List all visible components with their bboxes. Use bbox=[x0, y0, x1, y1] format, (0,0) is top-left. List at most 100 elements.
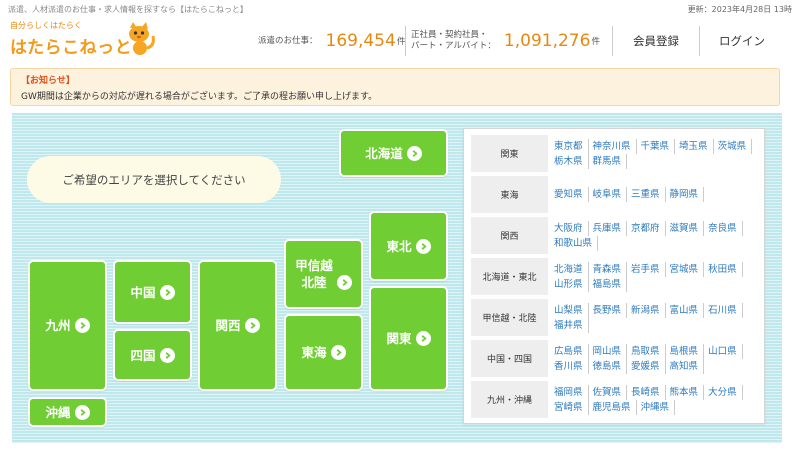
prefecture-link[interactable]: 福岡県 bbox=[554, 384, 589, 400]
prefecture-link[interactable]: 愛媛県 bbox=[631, 358, 666, 374]
region-koshinetsu-hokuriku-button[interactable]: 甲信越 北陸 bbox=[284, 239, 363, 309]
chevron-right-icon bbox=[415, 238, 431, 254]
prefecture-link[interactable]: 大分県 bbox=[708, 384, 743, 400]
site-tagline: 派遣、人材派遣のお仕事・求人情報を探すなら【はたらこねっと】 bbox=[8, 5, 248, 14]
region-label: 九州 bbox=[45, 318, 71, 333]
prefecture-link[interactable]: 三重県 bbox=[631, 187, 666, 202]
prefecture-link[interactable]: 富山県 bbox=[670, 302, 705, 318]
prefecture-link[interactable]: 宮崎県 bbox=[554, 399, 589, 415]
prefecture-link[interactable]: 愛知県 bbox=[554, 187, 589, 202]
prefecture-link[interactable]: 栃木県 bbox=[554, 153, 589, 169]
prefecture-row-tokai: 東海 愛知県 岐阜県 三重県 静岡県 bbox=[471, 176, 757, 213]
prefecture-link[interactable]: 静岡県 bbox=[670, 187, 705, 202]
prefecture-link[interactable]: 新潟県 bbox=[631, 302, 666, 318]
chevron-right-icon bbox=[74, 404, 90, 420]
prefecture-link[interactable]: 岩手県 bbox=[631, 261, 666, 277]
prefecture-link[interactable]: 千葉県 bbox=[641, 138, 676, 154]
prefecture-link[interactable]: 奈良県 bbox=[708, 220, 743, 236]
prefecture-row-kansai: 関西 大阪府 兵庫県 京都府 滋賀県 奈良県 和歌山県 bbox=[471, 217, 757, 254]
prefecture-link[interactable]: 青森県 bbox=[593, 261, 628, 277]
site-logo[interactable]: 自分らしくはたらく はたらこねっと bbox=[10, 20, 160, 60]
region-kansai-button[interactable]: 関西 bbox=[198, 260, 277, 391]
prefecture-link[interactable]: 沖縄県 bbox=[641, 399, 676, 415]
region-hokkaido-button[interactable]: 北海道 bbox=[339, 129, 448, 177]
register-button[interactable]: 会員登録 bbox=[613, 26, 699, 56]
prefecture-link[interactable]: 大阪府 bbox=[554, 220, 589, 236]
prefecture-link[interactable]: 山梨県 bbox=[554, 302, 589, 318]
prefecture-link[interactable]: 徳島県 bbox=[593, 358, 628, 374]
prefecture-link[interactable]: 東京都 bbox=[554, 138, 589, 154]
prefecture-link[interactable]: 茨城県 bbox=[718, 138, 753, 154]
prefecture-link[interactable]: 山口県 bbox=[708, 343, 743, 359]
region-kanto-button[interactable]: 関東 bbox=[369, 286, 448, 391]
prefecture-link[interactable]: 宮城県 bbox=[670, 261, 705, 277]
chevron-right-icon bbox=[330, 345, 346, 360]
dispatch-job-count: 派遣のお仕事： 169,454 件 bbox=[258, 26, 405, 56]
region-tohoku-button[interactable]: 東北 bbox=[369, 211, 448, 281]
prefecture-link[interactable]: 京都府 bbox=[631, 220, 666, 236]
prefecture-link[interactable]: 石川県 bbox=[708, 302, 743, 318]
prefecture-link[interactable]: 山形県 bbox=[554, 276, 589, 292]
prefecture-link[interactable]: 長崎県 bbox=[631, 384, 666, 400]
region-label: 四国 bbox=[130, 347, 156, 363]
header-divider bbox=[405, 26, 406, 56]
area-heading: 関西 bbox=[471, 217, 548, 254]
area-heading: 東海 bbox=[471, 176, 548, 213]
prefecture-row-hokkaido-tohoku: 北海道・東北 北海道 青森県 岩手県 宮城県 秋田県 山形県 福島県 bbox=[471, 258, 757, 295]
region-label: 関東 bbox=[386, 331, 412, 346]
prefecture-link[interactable]: 秋田県 bbox=[708, 261, 743, 277]
region-kyushu-button[interactable]: 九州 bbox=[28, 260, 107, 391]
notice-text: GW期間は企業からの対応が遅れる場合がございます。ご了承の程お願い申し上げます。 bbox=[21, 92, 378, 102]
prefecture-link[interactable]: 埼玉県 bbox=[679, 138, 714, 154]
region-label: 関西 bbox=[215, 318, 241, 333]
prefecture-link[interactable]: 北海道 bbox=[554, 261, 589, 277]
prefecture-link[interactable]: 岐阜県 bbox=[593, 187, 628, 202]
prefecture-link[interactable]: 鳥取県 bbox=[631, 343, 666, 359]
prefecture-row-chugoku-shikoku: 中国・四国 広島県 岡山県 鳥取県 島根県 山口県 香川県 徳島県 愛媛県 高知… bbox=[471, 340, 757, 377]
prefecture-link[interactable]: 兵庫県 bbox=[593, 220, 628, 236]
region-label: 甲信越 北陸 bbox=[295, 258, 333, 290]
prefecture-row-kanto: 関東 東京都 神奈川県 千葉県 埼玉県 茨城県 栃木県 群馬県 bbox=[471, 135, 757, 172]
region-chugoku-button[interactable]: 中国 bbox=[113, 260, 192, 324]
login-button[interactable]: ログイン bbox=[699, 26, 785, 56]
region-shikoku-button[interactable]: 四国 bbox=[113, 329, 192, 381]
fulltime-job-count: 正社員・契約社員・ パート・アルバイト： 1,091,276 件 bbox=[411, 26, 600, 56]
chevron-right-icon bbox=[415, 331, 431, 346]
prefecture-link[interactable]: 佐賀県 bbox=[593, 384, 628, 400]
chevron-right-icon bbox=[159, 284, 175, 300]
prefecture-link[interactable]: 滋賀県 bbox=[670, 220, 705, 236]
prefecture-link[interactable]: 岡山県 bbox=[593, 343, 628, 359]
chevron-right-icon bbox=[336, 274, 352, 290]
prefecture-link[interactable]: 福島県 bbox=[593, 276, 628, 292]
region-tokai-button[interactable]: 東海 bbox=[284, 314, 363, 391]
prefecture-row-koshinetsu-hokuriku: 甲信越・北陸 山梨県 長野県 新潟県 富山県 石川県 福井県 bbox=[471, 299, 757, 336]
fulltime-job-unit: 件 bbox=[591, 37, 600, 47]
area-heading: 甲信越・北陸 bbox=[471, 299, 548, 336]
prefecture-link[interactable]: 熊本県 bbox=[670, 384, 705, 400]
prefecture-link[interactable]: 鹿児島県 bbox=[593, 399, 637, 415]
prefecture-link[interactable]: 香川県 bbox=[554, 358, 589, 374]
chevron-right-icon bbox=[244, 318, 260, 333]
chevron-right-icon bbox=[74, 318, 90, 333]
prefecture-link[interactable]: 高知県 bbox=[670, 358, 705, 374]
prefecture-link[interactable]: 広島県 bbox=[554, 343, 589, 359]
chevron-right-icon bbox=[159, 347, 175, 363]
region-label: 東北 bbox=[386, 238, 412, 254]
notice-box: 【お知らせ】 GW期間は企業からの対応が遅れる場合がございます。ご了承の程お願い… bbox=[10, 68, 780, 106]
prefecture-link[interactable]: 和歌山県 bbox=[554, 235, 599, 251]
prefecture-link[interactable]: 島根県 bbox=[670, 343, 705, 359]
region-label: 沖縄 bbox=[45, 404, 71, 420]
chevron-right-icon bbox=[406, 145, 422, 161]
prefecture-row-kyushu-okinawa: 九州・沖縄 福岡県 佐賀県 長崎県 熊本県 大分県 宮崎県 鹿児島県 沖縄県 bbox=[471, 381, 757, 418]
prefecture-link[interactable]: 群馬県 bbox=[593, 153, 628, 169]
fulltime-job-label: 正社員・契約社員・ パート・アルバイト： bbox=[411, 30, 496, 51]
region-label: 中国 bbox=[130, 284, 156, 300]
cat-mascot-icon bbox=[129, 22, 155, 55]
dispatch-job-label: 派遣のお仕事： bbox=[258, 35, 318, 46]
region-label: 東海 bbox=[301, 345, 327, 360]
prefecture-link[interactable]: 長野県 bbox=[593, 302, 628, 318]
prefecture-link[interactable]: 福井県 bbox=[554, 317, 589, 333]
prefecture-link[interactable]: 神奈川県 bbox=[593, 138, 637, 154]
updated-timestamp: 更新：2023年4月28日 13時 bbox=[687, 5, 792, 14]
region-okinawa-button[interactable]: 沖縄 bbox=[28, 397, 107, 427]
